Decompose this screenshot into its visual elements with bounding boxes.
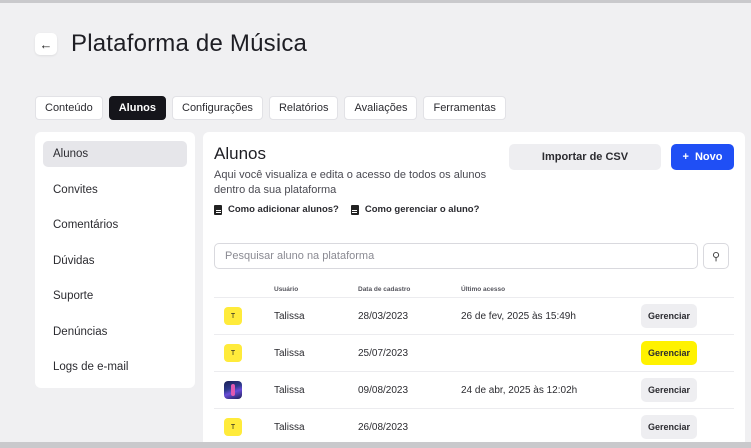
sidebar-item-comentarios[interactable]: Comentários bbox=[43, 212, 187, 238]
sidebar-item-suporte[interactable]: Suporte bbox=[43, 283, 187, 309]
registered-date: 25/07/2023 bbox=[358, 347, 409, 359]
tab-conteudo[interactable]: Conteúdo bbox=[35, 96, 103, 120]
section-title: Alunos bbox=[214, 144, 266, 163]
help-link-label: Como gerenciar o aluno? bbox=[364, 204, 480, 215]
tab-alunos[interactable]: Alunos bbox=[108, 96, 166, 120]
table-row: T Talissa 28/03/2023 26 de fev, 2025 às … bbox=[214, 298, 734, 335]
import-csv-button[interactable]: Importar de CSV bbox=[509, 144, 661, 170]
plus-icon: + bbox=[682, 151, 689, 163]
students-table: Usuário Data de cadastro Último acesso T… bbox=[214, 282, 734, 446]
user-name: Talissa bbox=[274, 347, 305, 359]
avatar[interactable]: T bbox=[224, 344, 242, 362]
page-title: Plataforma de Música bbox=[71, 30, 308, 57]
help-link-add-students[interactable]: Como adicionar alunos? bbox=[214, 204, 339, 215]
arrow-left-icon: ← bbox=[39, 36, 53, 52]
manage-button[interactable]: Gerenciar bbox=[641, 378, 698, 402]
table-row: T Talissa 25/07/2023 Gerenciar bbox=[214, 335, 734, 372]
document-icon bbox=[350, 204, 359, 215]
tab-configuracoes[interactable]: Configurações bbox=[172, 96, 263, 120]
new-student-button[interactable]: + Novo bbox=[671, 144, 734, 170]
sidebar-item-logs-email[interactable]: Logs de e-mail bbox=[43, 354, 187, 380]
user-name: Talissa bbox=[274, 384, 305, 396]
help-links: Como adicionar alunos? Como gerenciar o … bbox=[214, 204, 479, 215]
tab-ferramentas[interactable]: Ferramentas bbox=[423, 96, 506, 120]
avatar[interactable]: T bbox=[224, 418, 242, 436]
help-link-label: Como adicionar alunos? bbox=[228, 204, 339, 215]
registered-date: 26/08/2023 bbox=[358, 421, 409, 433]
document-icon bbox=[214, 204, 222, 215]
registered-date: 09/08/2023 bbox=[358, 384, 409, 396]
registered-date: 28/03/2023 bbox=[358, 310, 409, 322]
avatar[interactable] bbox=[224, 381, 242, 399]
user-name: Talissa bbox=[274, 421, 305, 433]
window-top-border bbox=[0, 0, 751, 3]
column-header-last-access: Último acesso bbox=[461, 286, 506, 293]
column-header-registered: Data de cadastro bbox=[358, 286, 411, 293]
last-access: 24 de abr, 2025 às 12:02h bbox=[461, 384, 578, 396]
table-row: Talissa 09/08/2023 24 de abr, 2025 às 12… bbox=[214, 372, 734, 409]
avatar[interactable]: T bbox=[224, 307, 242, 325]
tab-bar: Conteúdo Alunos Configurações Relatórios… bbox=[35, 96, 506, 120]
page-header: ← Plataforma de Música bbox=[35, 30, 307, 58]
window-bottom-border bbox=[0, 442, 751, 448]
search-icon: ⚲ bbox=[711, 250, 721, 263]
user-name: Talissa bbox=[274, 310, 305, 322]
section-description: Aqui você visualiza e edita o acesso de … bbox=[214, 169, 487, 196]
new-button-label: Novo bbox=[694, 151, 723, 163]
table-row: T Talissa 26/08/2023 Gerenciar bbox=[214, 409, 734, 446]
tab-relatorios[interactable]: Relatórios bbox=[268, 96, 339, 120]
last-access: 26 de fev, 2025 às 15:49h bbox=[461, 310, 576, 322]
sidebar-item-convites[interactable]: Convites bbox=[43, 177, 187, 203]
sidebar-item-duvidas[interactable]: Dúvidas bbox=[43, 248, 187, 274]
tab-avaliacoes[interactable]: Avaliações bbox=[344, 96, 418, 120]
sidebar: Alunos Convites Comentários Dúvidas Supo… bbox=[35, 132, 195, 388]
main-panel: Alunos Aqui você visualiza e edita o ace… bbox=[203, 132, 745, 448]
manage-button[interactable]: Gerenciar bbox=[641, 415, 698, 439]
sidebar-item-alunos[interactable]: Alunos bbox=[43, 141, 187, 167]
help-link-manage-student[interactable]: Como gerenciar o aluno? bbox=[350, 204, 480, 215]
column-header-user: Usuário bbox=[274, 286, 299, 293]
search-button[interactable]: ⚲ bbox=[703, 243, 729, 269]
back-button[interactable]: ← bbox=[35, 33, 57, 55]
sidebar-item-denuncias[interactable]: Denúncias bbox=[43, 319, 187, 345]
manage-button[interactable]: Gerenciar bbox=[641, 341, 698, 365]
search-input[interactable] bbox=[214, 243, 698, 269]
manage-button[interactable]: Gerenciar bbox=[641, 304, 698, 328]
table-header: Usuário Data de cadastro Último acesso bbox=[214, 282, 734, 298]
